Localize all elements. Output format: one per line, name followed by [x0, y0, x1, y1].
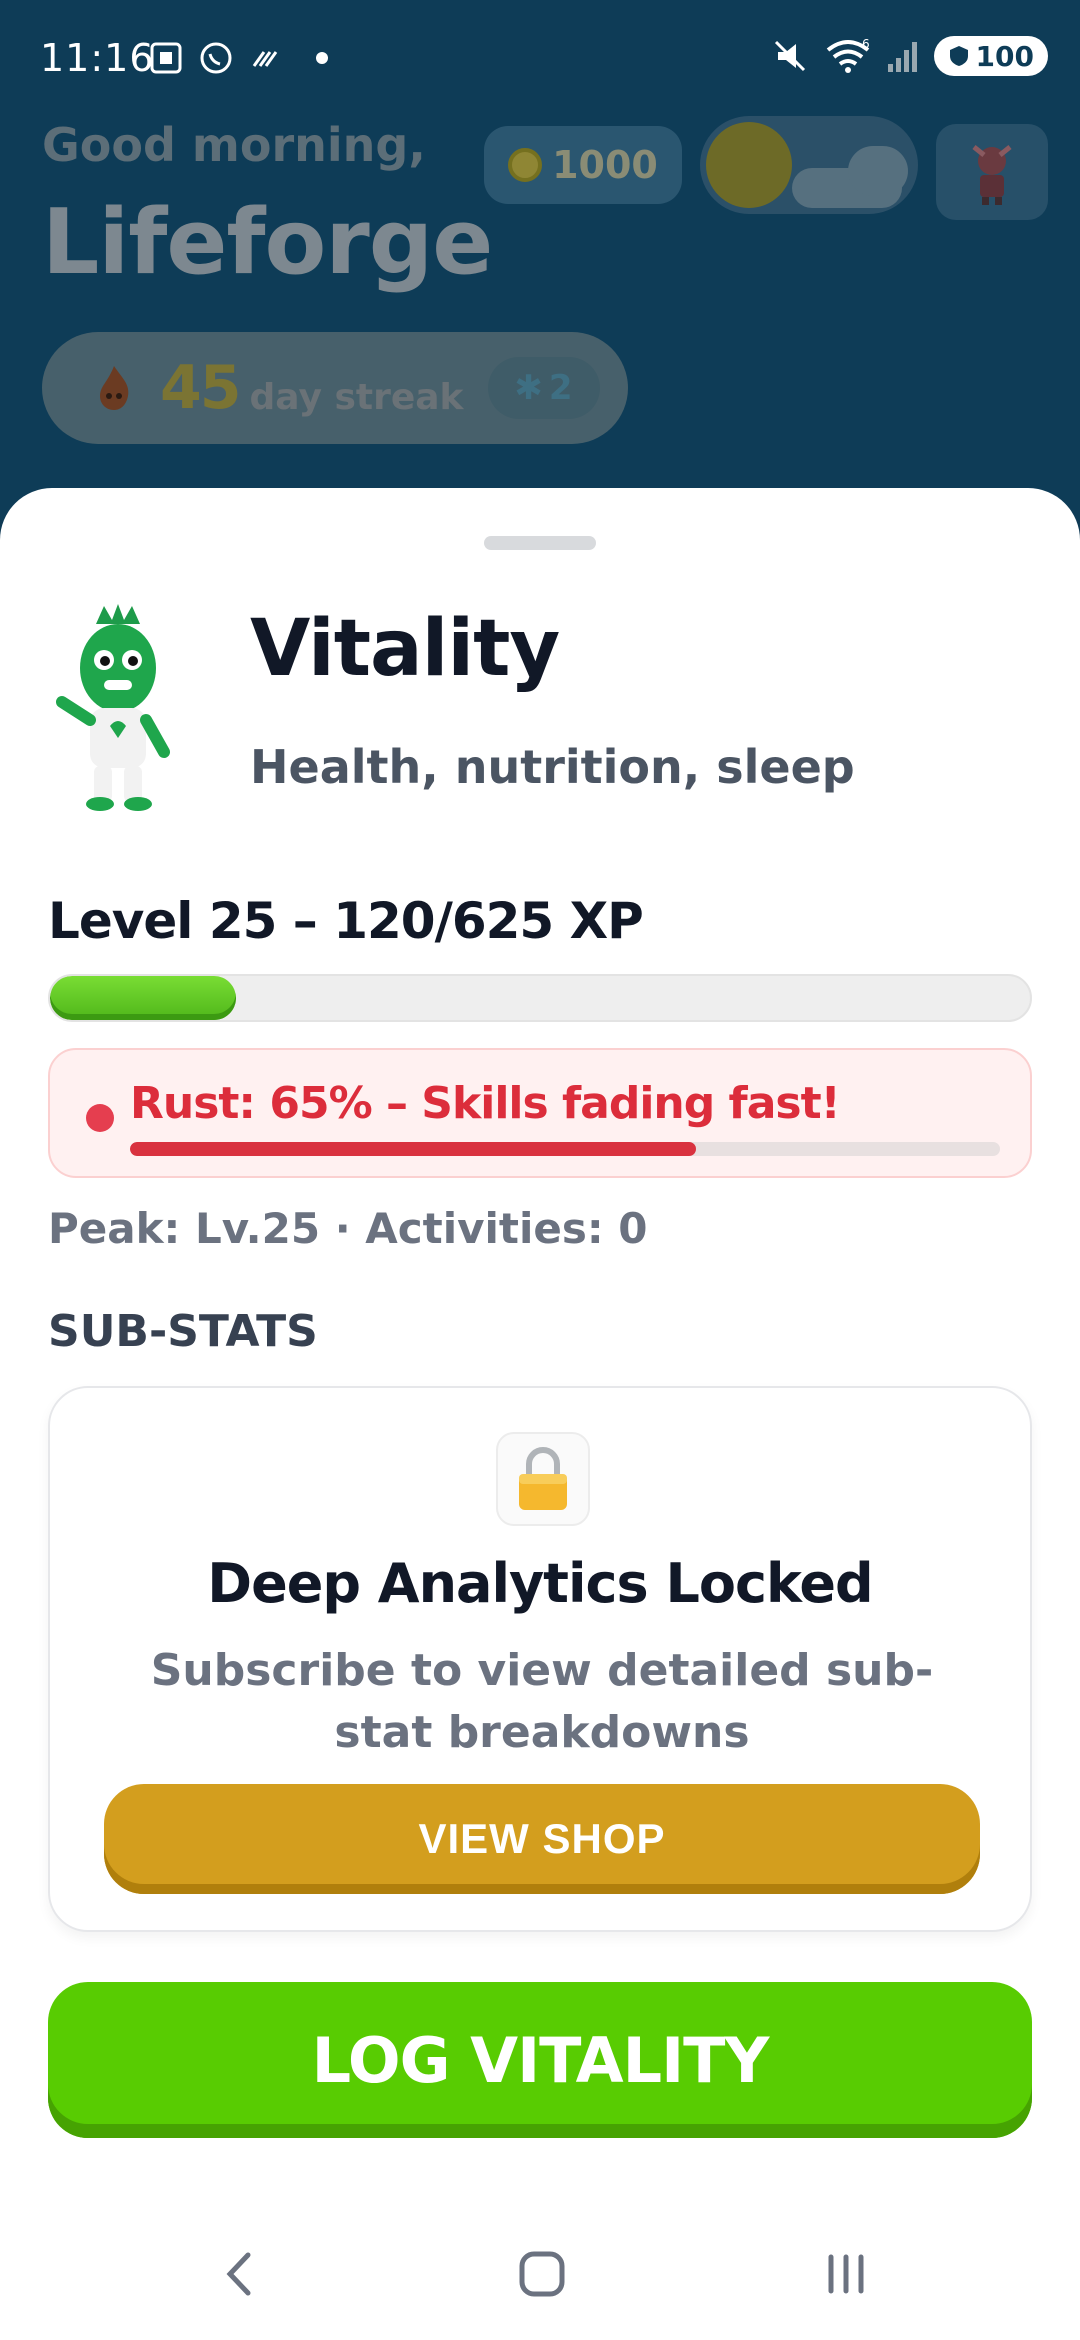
locked-description: Subscribe to view detailed sub-stat brea… — [150, 1645, 934, 1758]
peak-activities-text: Peak: Lv.25 · Activities: 0 — [48, 1204, 648, 1253]
battery-level: 100 — [975, 39, 1034, 73]
cloud-icon — [848, 146, 908, 196]
xp-progress-bar — [48, 974, 1032, 1022]
coin-count: 1000 — [552, 143, 658, 187]
system-nav-bar — [0, 2206, 1080, 2340]
streak-label: day streak — [249, 376, 464, 418]
rust-warning: Rust: 65% – Skills fading fast! — [48, 1048, 1032, 1178]
home-button[interactable] — [502, 2244, 582, 2304]
streak-freeze-badge[interactable]: ✱ 2 — [487, 357, 600, 419]
notification-icons — [148, 40, 328, 76]
rust-progress-fill — [130, 1142, 696, 1156]
battery-indicator: 100 — [933, 36, 1048, 76]
sun-icon — [706, 122, 792, 208]
status-time: 11:16 — [40, 36, 155, 80]
screenshot-icon — [150, 42, 182, 74]
wifi-icon: 6 — [826, 37, 870, 73]
recents-icon — [828, 2254, 864, 2294]
xp-progress-fill — [50, 976, 237, 1020]
recents-button[interactable] — [806, 2244, 886, 2304]
stat-title: Vitality — [250, 604, 560, 694]
coin-balance[interactable]: 1000 — [484, 126, 682, 204]
padlock-icon — [519, 1447, 567, 1510]
more-notifications-dot — [316, 52, 328, 64]
greeting: Good morning, — [42, 118, 426, 172]
vitality-mascot-icon — [56, 604, 170, 811]
section-label-sub-stats: SUB-STATS — [48, 1306, 318, 1357]
wifi-badge: 6 — [862, 37, 870, 51]
coin-icon — [508, 148, 543, 182]
cell-signal-icon — [887, 42, 917, 72]
snowflake-icon: ✱ — [514, 368, 543, 408]
back-icon — [226, 2252, 251, 2296]
shield-icon — [949, 46, 968, 66]
view-shop-button[interactable]: VIEW SHOP — [104, 1784, 980, 1894]
whatsapp-icon — [200, 42, 232, 74]
streak-pill[interactable]: 45 day streak ✱ 2 — [42, 332, 628, 444]
username: Lifeforge — [42, 190, 493, 295]
status-bar: 11:16 6 100 — [0, 0, 1080, 120]
system-status-icons: 6 100 — [770, 36, 1048, 76]
level-xp-text: Level 25 – 120/625 XP — [48, 892, 644, 950]
lock-icon — [496, 1432, 590, 1526]
rust-progress-bar — [130, 1142, 1000, 1156]
sheet-drag-handle[interactable] — [484, 536, 596, 550]
locked-title: Deep Analytics Locked — [207, 1552, 873, 1615]
profile-avatar-button[interactable] — [936, 124, 1048, 220]
stat-subtitle: Health, nutrition, sleep — [250, 740, 855, 794]
locked-analytics-card: Deep Analytics Locked Subscribe to view … — [48, 1386, 1032, 1932]
freeze-count: 2 — [548, 368, 573, 408]
rust-warning-dot — [86, 1104, 114, 1132]
streak-count: 45 — [160, 353, 241, 423]
log-vitality-button[interactable]: LOG VITALITY — [48, 1982, 1032, 2138]
stat-detail-sheet: Vitality Health, nutrition, sleep Level … — [0, 488, 1080, 2206]
flame-icon — [100, 366, 129, 410]
back-button[interactable] — [200, 2244, 280, 2304]
avatar-character-icon — [972, 145, 1012, 205]
home-icon — [519, 2251, 565, 2297]
theme-toggle[interactable] — [700, 116, 918, 214]
home-header-background: 11:16 6 100 Good morning, Lifeforge 1000 — [0, 0, 1080, 520]
mute-icon — [774, 40, 805, 72]
signal-lines-icon — [252, 51, 278, 67]
rust-warning-text: Rust: 65% – Skills fading fast! — [130, 1078, 841, 1129]
